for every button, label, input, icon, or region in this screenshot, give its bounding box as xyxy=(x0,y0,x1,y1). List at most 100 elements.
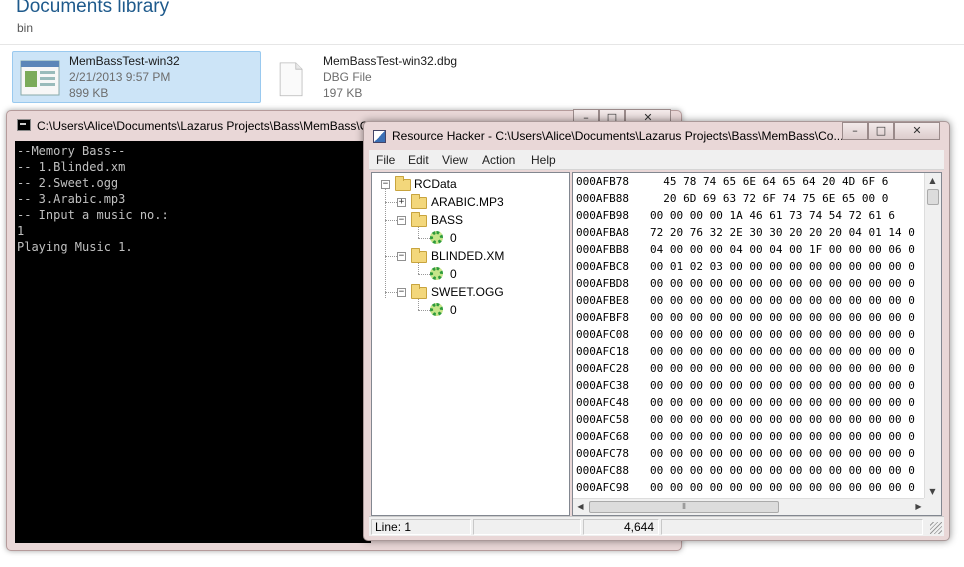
file-item-dbg[interactable]: MemBassTest-win32.dbg DBG File 197 KB xyxy=(266,51,515,103)
tree-node-blinded[interactable]: BLINDED.XM xyxy=(431,249,504,263)
hex-row[interactable]: 000AFC98 00 00 00 00 00 00 00 00 00 00 00… xyxy=(576,481,915,498)
collapse-toggle[interactable]: − xyxy=(381,180,390,189)
tree-node-bass-0[interactable]: 0 xyxy=(450,231,457,245)
console-line: -- Input a music no.: xyxy=(17,208,169,222)
hex-view[interactable]: 000AFB78 45 78 74 65 6E 64 65 64 20 4D 6… xyxy=(572,172,942,516)
hex-bytes: 00 00 00 00 00 00 00 00 00 00 00 00 00 0 xyxy=(650,430,915,443)
divider xyxy=(0,44,964,45)
file-size: 899 KB xyxy=(69,86,109,100)
scroll-corner xyxy=(924,498,941,515)
hex-bytes: 00 00 00 00 00 00 00 00 00 00 00 00 00 0 xyxy=(650,464,915,477)
maximize-button[interactable]: □ xyxy=(868,122,894,140)
resource-gear-icon xyxy=(430,267,443,280)
scroll-up-arrow[interactable]: ▲ xyxy=(925,173,940,188)
tree-node-sweet-0[interactable]: 0 xyxy=(450,303,457,317)
menu-file[interactable]: File xyxy=(376,153,395,167)
collapse-toggle[interactable]: − xyxy=(397,216,406,225)
tree-connector xyxy=(385,202,397,203)
hex-row[interactable]: 000AFC68 00 00 00 00 00 00 00 00 00 00 00… xyxy=(576,430,915,447)
status-line: Line: 1 xyxy=(371,519,471,535)
folder-open-icon xyxy=(411,284,427,299)
hex-address: 000AFC88 xyxy=(576,464,629,477)
hex-row[interactable]: 000AFBF8 00 00 00 00 00 00 00 00 00 00 00… xyxy=(576,311,915,328)
tree-node-sweet[interactable]: SWEET.OGG xyxy=(431,285,504,299)
hex-row[interactable]: 000AFC08 00 00 00 00 00 00 00 00 00 00 00… xyxy=(576,328,915,345)
hex-address: 000AFC48 xyxy=(576,396,629,409)
expand-toggle[interactable]: + xyxy=(397,198,406,207)
scroll-down-arrow[interactable]: ▼ xyxy=(925,484,940,499)
hex-bytes: 00 00 00 00 00 00 00 00 00 00 00 00 00 0 xyxy=(650,294,915,307)
hex-bytes: 00 00 00 00 00 00 00 00 00 00 00 00 00 0 xyxy=(650,311,915,324)
console-line: --Memory Bass-- xyxy=(17,144,126,158)
horizontal-scrollbar[interactable]: ◀ ⦀ ▶ xyxy=(573,498,926,515)
hex-address: 000AFC38 xyxy=(576,379,629,392)
file-item-exe[interactable]: MemBassTest-win32 2/21/2013 9:57 PM 899 … xyxy=(12,51,261,103)
console-output[interactable]: --Memory Bass-- -- 1.Blinded.xm -- 2.Swe… xyxy=(15,141,371,543)
vertical-scrollbar[interactable]: ▲ ▼ xyxy=(924,173,941,499)
hex-row[interactable]: 000AFBA8 72 20 76 32 2E 30 30 20 20 20 04… xyxy=(576,226,915,243)
file-date: 2/21/2013 9:57 PM xyxy=(69,70,171,84)
hex-row[interactable]: 000AFC38 00 00 00 00 00 00 00 00 00 00 00… xyxy=(576,379,915,396)
close-button[interactable]: ✕ xyxy=(894,122,940,140)
hex-row[interactable]: 000AFBC8 00 01 02 03 00 00 00 00 00 00 00… xyxy=(576,260,915,277)
resource-tree[interactable]: − RCData + ARABIC.MP3 − BASS 0 − BLINDED… xyxy=(371,172,570,516)
resource-gear-icon xyxy=(430,231,443,244)
file-type: DBG File xyxy=(323,70,372,84)
hex-bytes: 00 01 02 03 00 00 00 00 00 00 00 00 00 0 xyxy=(650,260,915,273)
hex-bytes: 00 00 00 00 00 00 00 00 00 00 00 00 00 0 xyxy=(650,362,915,375)
collapse-toggle[interactable]: − xyxy=(397,288,406,297)
hex-address: 000AFB88 xyxy=(576,192,629,205)
folder-open-icon xyxy=(411,248,427,263)
hex-row[interactable]: 000AFBB8 04 00 00 00 04 00 04 00 1F 00 00… xyxy=(576,243,915,260)
hex-row[interactable]: 000AFB88 20 6D 69 63 72 6F 74 75 6E 65 0… xyxy=(576,192,888,209)
file-name: MemBassTest-win32.dbg xyxy=(323,54,458,68)
library-subtitle: bin xyxy=(17,21,34,35)
hex-address: 000AFBF8 xyxy=(576,311,629,324)
tree-connector xyxy=(385,256,397,257)
menu-view[interactable]: View xyxy=(442,153,468,167)
hex-address: 000AFC28 xyxy=(576,362,629,375)
console-line: Playing Music 1. xyxy=(17,240,133,254)
hex-row[interactable]: 000AFBE8 00 00 00 00 00 00 00 00 00 00 00… xyxy=(576,294,915,311)
status-bar: Line: 1 4,644 xyxy=(369,516,944,536)
vertical-scroll-thumb[interactable] xyxy=(927,189,939,205)
tree-connector xyxy=(418,274,430,275)
hex-bytes: 00 00 00 00 00 00 00 00 00 00 00 00 00 0 xyxy=(650,447,915,460)
hex-bytes: 00 00 00 00 00 00 00 00 00 00 00 00 00 0 xyxy=(650,345,915,358)
menu-edit[interactable]: Edit xyxy=(408,153,429,167)
hex-row[interactable]: 000AFBD8 00 00 00 00 00 00 00 00 00 00 00… xyxy=(576,277,915,294)
folder-open-icon xyxy=(411,212,427,227)
hex-address: 000AFBB8 xyxy=(576,243,629,256)
tree-node-blinded-0[interactable]: 0 xyxy=(450,267,457,281)
resize-grip-icon[interactable] xyxy=(930,522,942,534)
hex-address: 000AFC68 xyxy=(576,430,629,443)
hex-row[interactable]: 000AFC28 00 00 00 00 00 00 00 00 00 00 00… xyxy=(576,362,915,379)
hex-address: 000AFC98 xyxy=(576,481,629,494)
minimize-button[interactable]: – xyxy=(842,122,868,140)
tree-node-bass[interactable]: BASS xyxy=(431,213,463,227)
menu-help[interactable]: Help xyxy=(531,153,556,167)
collapse-toggle[interactable]: − xyxy=(397,252,406,261)
hex-row[interactable]: 000AFB98 00 00 00 00 1A 46 61 73 74 54 72… xyxy=(576,209,895,226)
hex-row[interactable]: 000AFB78 45 78 74 65 6E 64 65 64 20 4D 6… xyxy=(576,175,888,192)
tree-node-arabic[interactable]: ARABIC.MP3 xyxy=(431,195,504,209)
hex-address: 000AFBD8 xyxy=(576,277,629,290)
hex-bytes: 00 00 00 00 00 00 00 00 00 00 00 00 00 0 xyxy=(650,396,915,409)
hex-row[interactable]: 000AFC78 00 00 00 00 00 00 00 00 00 00 00… xyxy=(576,447,915,464)
console-title: C:\Users\Alice\Documents\Lazarus Project… xyxy=(37,119,376,133)
console-line: -- 3.Arabic.mp3 xyxy=(17,192,126,206)
hex-row[interactable]: 000AFC58 00 00 00 00 00 00 00 00 00 00 00… xyxy=(576,413,915,430)
hex-row[interactable]: 000AFC48 00 00 00 00 00 00 00 00 00 00 00… xyxy=(576,396,915,413)
resource-hacker-window[interactable]: Resource Hacker - C:\Users\Alice\Documen… xyxy=(363,121,950,541)
hex-address: 000AFBC8 xyxy=(576,260,629,273)
scroll-left-arrow[interactable]: ◀ xyxy=(573,499,588,514)
hex-row[interactable]: 000AFC18 00 00 00 00 00 00 00 00 00 00 00… xyxy=(576,345,915,362)
horizontal-scroll-thumb[interactable]: ⦀ xyxy=(589,501,779,513)
application-icon xyxy=(20,60,60,96)
menu-action[interactable]: Action xyxy=(482,153,515,167)
resource-hacker-title: Resource Hacker - C:\Users\Alice\Documen… xyxy=(392,129,844,143)
console-line: 1 xyxy=(17,224,25,238)
hex-row[interactable]: 000AFC88 00 00 00 00 00 00 00 00 00 00 00… xyxy=(576,464,915,481)
tree-node-rcdata[interactable]: RCData xyxy=(414,177,457,191)
hex-bytes: 45 78 74 65 6E 64 65 64 20 4D 6F 6 xyxy=(650,175,889,188)
